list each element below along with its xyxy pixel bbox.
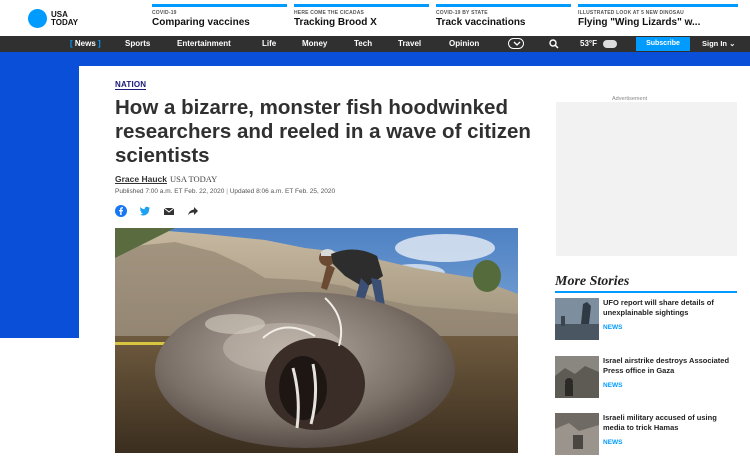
byline: Grace Hauck USA TODAY — [115, 174, 217, 184]
story-tag: NEWS — [603, 382, 623, 389]
nav-item-life[interactable]: Life — [262, 36, 276, 52]
trending-strip: USA TODAY COVID-19 Comparing vaccines HE… — [0, 0, 750, 36]
fish-photo-illustration — [115, 228, 518, 453]
trending-headline: Flying "Wing Lizards" w... — [578, 17, 701, 28]
trending-kicker: COVID-19 — [152, 10, 177, 16]
nav-item-money[interactable]: Money — [302, 36, 327, 52]
trending-headline: Track vaccinations — [436, 17, 526, 28]
section-tag[interactable]: NATION — [115, 80, 147, 90]
more-story-item[interactable]: Israeli military accused of using media … — [555, 413, 737, 459]
logo-circle — [28, 9, 47, 28]
article-headline: How a bizarre, monster fish hoodwinked r… — [115, 96, 531, 167]
brand-band — [0, 52, 750, 66]
subscribe-button[interactable]: Subscribe — [636, 37, 690, 51]
usa-today-logo[interactable]: USA TODAY — [28, 9, 78, 28]
search-icon[interactable] — [549, 39, 559, 49]
trending-item-vaccinations[interactable]: COVID-19 BY STATE Track vaccinations — [436, 4, 571, 32]
updated-date: Updated 8:06 a.m. ET Feb. 25, 2020 — [229, 188, 336, 195]
story-thumbnail — [555, 356, 599, 398]
chevron-down-icon — [513, 41, 521, 46]
nav-item-entertainment[interactable]: Entertainment — [177, 36, 231, 52]
weather-temp[interactable]: 53°F — [580, 36, 597, 52]
more-story-item[interactable]: Israel airstrike destroys Associated Pre… — [555, 356, 737, 402]
trending-kicker: ILLUSTRATED LOOK AT 5 NEW DINOSAU — [578, 10, 684, 16]
share-bar — [115, 204, 199, 217]
story-title: Israeli military accused of using media … — [603, 413, 717, 432]
trending-kicker: HERE COME THE CICADAS — [294, 10, 365, 16]
share-arrow-icon[interactable] — [187, 204, 199, 216]
nav-item-tech[interactable]: Tech — [354, 36, 372, 52]
nav-item-news[interactable]: [ News ] — [70, 36, 101, 52]
story-tag: NEWS — [603, 324, 623, 331]
main-nav: [ News ] Sports Entertainment Life Money… — [0, 36, 750, 52]
email-icon[interactable] — [163, 204, 175, 216]
trending-headline: Tracking Brood X — [294, 17, 377, 28]
advertisement-slot[interactable] — [556, 102, 737, 256]
author-link[interactable]: Grace Hauck — [115, 174, 167, 184]
trending-item-cicadas[interactable]: HERE COME THE CICADAS Tracking Brood X — [294, 4, 429, 32]
published-date: Published 7:00 a.m. ET Feb. 22, 2020 — [115, 188, 225, 195]
nav-item-travel[interactable]: Travel — [398, 36, 421, 52]
more-story-item[interactable]: UFO report will share details of unexpla… — [555, 298, 737, 344]
facebook-icon[interactable] — [115, 204, 127, 217]
story-title: UFO report will share details of unexpla… — [603, 298, 714, 317]
chevron-down-icon: ⌄ — [729, 39, 736, 48]
publish-dates: Published 7:00 a.m. ET Feb. 22, 2020 | U… — [115, 188, 336, 195]
more-menu-button[interactable] — [508, 38, 524, 49]
story-thumbnail — [555, 413, 599, 455]
trending-item-dinosaurs[interactable]: ILLUSTRATED LOOK AT 5 NEW DINOSAU Flying… — [578, 4, 738, 32]
brand-side-panel — [0, 52, 79, 338]
story-tag: NEWS — [603, 439, 623, 446]
nav-item-opinion[interactable]: Opinion — [449, 36, 479, 52]
story-title: Israel airstrike destroys Associated Pre… — [603, 356, 730, 375]
trending-headline: Comparing vaccines — [152, 17, 250, 28]
article-photo-monster-fish[interactable] — [115, 228, 518, 453]
story-thumbnail — [555, 298, 599, 340]
nav-item-sports[interactable]: Sports — [125, 36, 150, 52]
logo-text-line2: TODAY — [51, 17, 79, 27]
trending-kicker: COVID-19 BY STATE — [436, 10, 488, 16]
byline-outlet: USA TODAY — [169, 174, 218, 184]
weather-icon — [603, 40, 617, 48]
more-stories-heading: More Stories — [555, 274, 630, 289]
trending-item-vaccines[interactable]: COVID-19 Comparing vaccines — [152, 4, 287, 32]
sign-in-button[interactable]: Sign In ⌄ — [702, 36, 735, 52]
twitter-icon[interactable] — [139, 204, 151, 216]
more-stories-divider — [555, 291, 737, 293]
